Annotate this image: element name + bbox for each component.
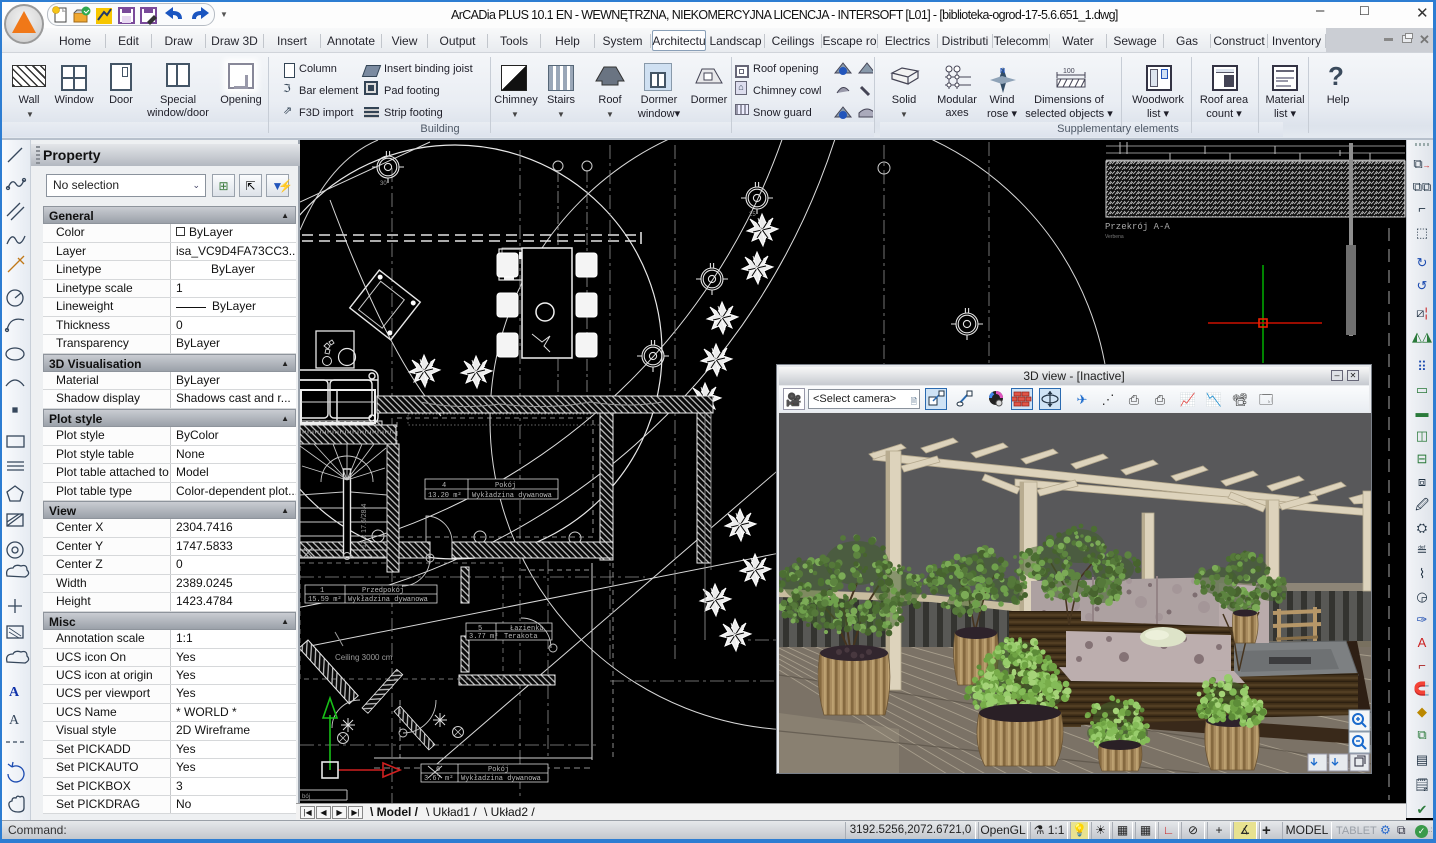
svg-text:3.67 m²: 3.67 m² [424,775,453,783]
svg-text:Wykładzina dywanowa: Wykładzina dywanowa [461,775,541,783]
svg-text:15.59 m²: 15.59 m² [308,596,342,604]
svg-text:Przedpokój: Przedpokój [362,587,404,595]
svg-text:Przekrój A-A: Przekrój A-A [1105,222,1170,232]
svg-text:A: A [9,713,20,728]
svg-text:Pokój: Pokój [495,482,516,490]
svg-text:A: A [9,685,20,700]
svg-text:4: 4 [442,482,446,490]
svg-text:Ceiling 3000 cm: Ceiling 3000 cm [335,653,393,662]
svg-text:100: 100 [1063,68,1075,75]
svg-text:17 x 17.6/28.4: 17 x 17.6/28.4 [361,504,368,548]
svg-text:bój: bój [302,794,310,800]
svg-text:Verbena: Verbena [1105,234,1124,240]
svg-text:25: 25 [749,212,756,218]
svg-text:3.77 m²: 3.77 m² [469,633,498,641]
svg-text:Łazienka: Łazienka [510,625,544,633]
svg-text:Wykładzina dywanowa: Wykładzina dywanowa [348,596,428,604]
svg-text:Pokój: Pokój [488,766,509,774]
svg-text:N: N [1000,68,1005,75]
svg-text:30: 30 [380,181,387,187]
svg-text:1: 1 [320,587,324,595]
svg-text:13.20 m²: 13.20 m² [428,492,462,500]
svg-text:5: 5 [478,625,482,633]
svg-text:Terakota: Terakota [504,633,538,641]
svg-text:Wykładzina dywanowa: Wykładzina dywanowa [472,492,552,500]
